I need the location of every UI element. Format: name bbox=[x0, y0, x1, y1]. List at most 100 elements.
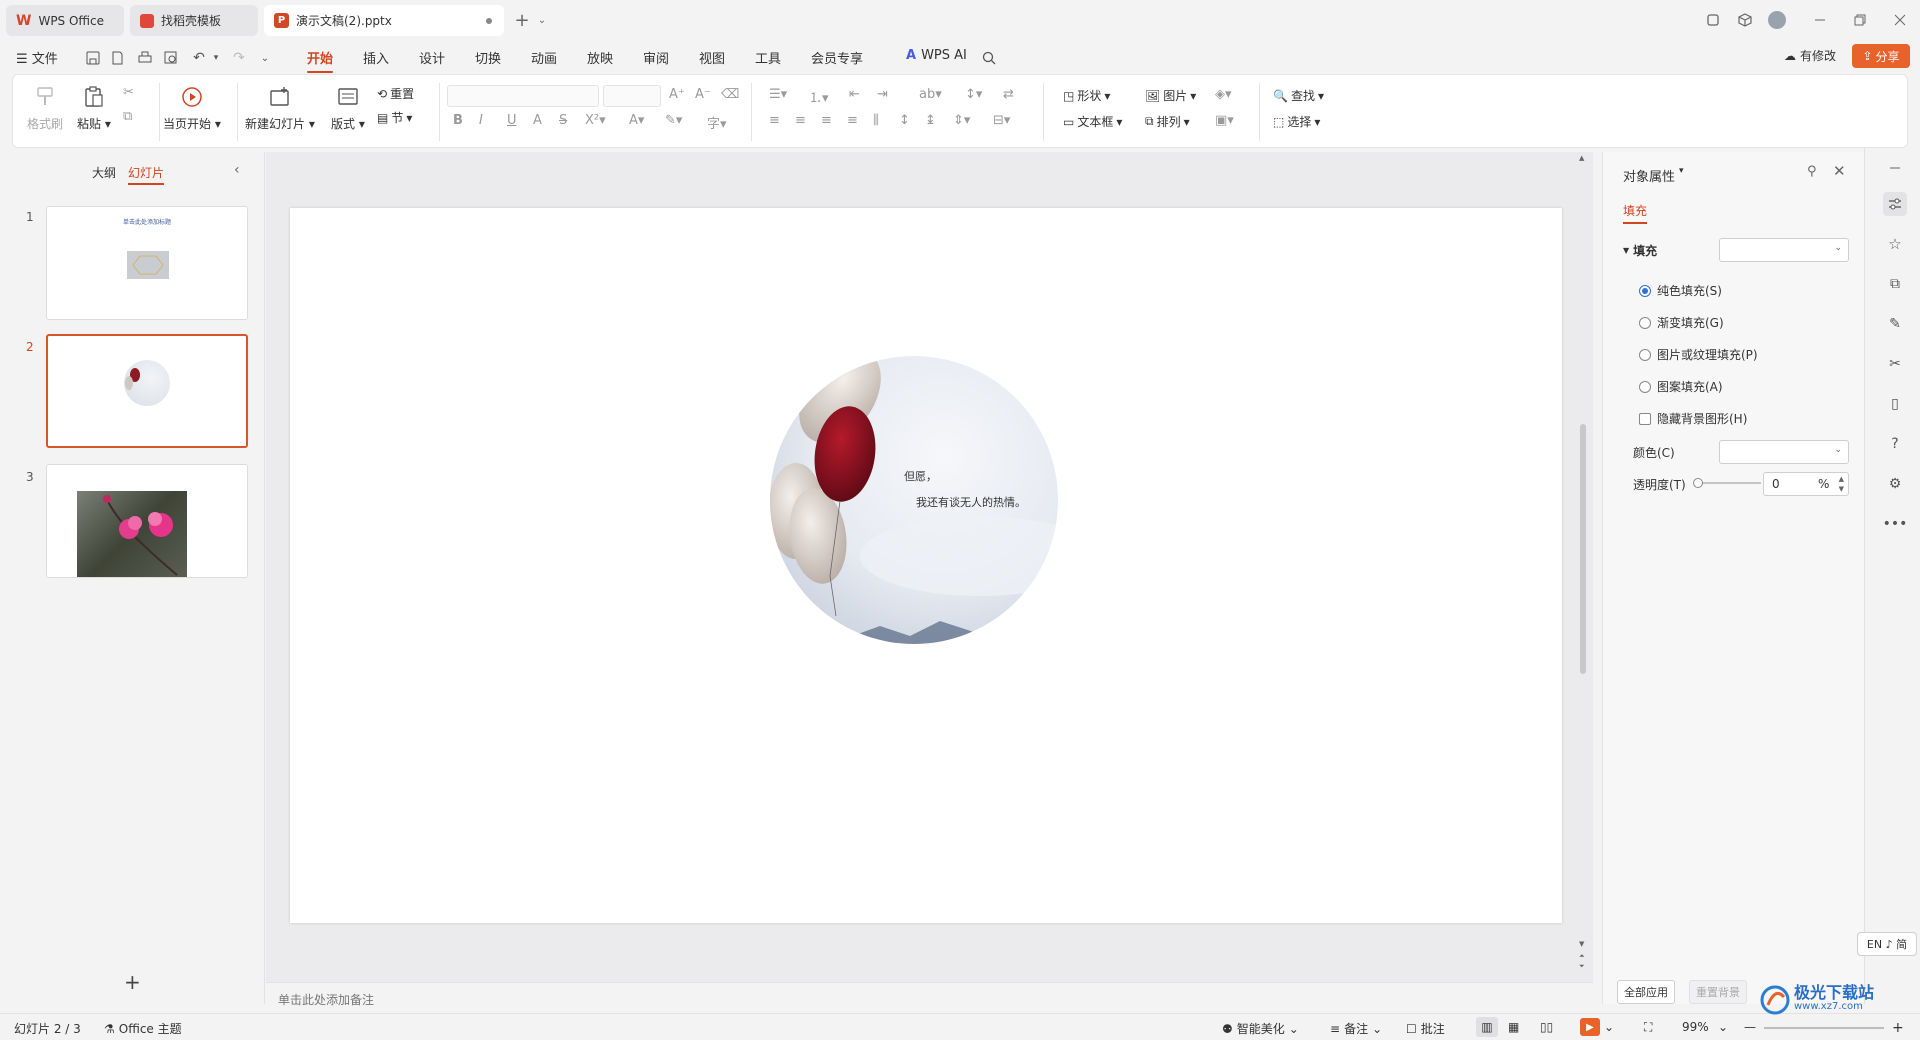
minimize-icon[interactable] bbox=[1810, 10, 1830, 30]
tab-wps-office[interactable]: W WPS Office bbox=[6, 5, 124, 36]
search-icon[interactable] bbox=[980, 49, 998, 67]
numbering-icon[interactable]: ⒈▾ bbox=[809, 87, 829, 106]
increase-font-icon[interactable]: A⁺ bbox=[669, 87, 685, 102]
slider-handle[interactable] bbox=[1693, 478, 1703, 488]
circle-cropped-photo[interactable]: 但愿， 我还有谈无人的热情。 bbox=[770, 356, 1058, 644]
transparency-input[interactable]: 0 % ▲ ▼ bbox=[1763, 472, 1849, 496]
apply-all-button[interactable]: 全部应用 bbox=[1617, 980, 1675, 1004]
undo-dropdown-icon[interactable]: ▾ bbox=[207, 49, 225, 67]
menu-tab-animation[interactable]: 动画 bbox=[531, 48, 557, 67]
tools-icon[interactable]: ✂ bbox=[1883, 352, 1907, 376]
slideshow-dropdown-icon[interactable]: ⌄ bbox=[1604, 1020, 1614, 1034]
reset-button[interactable]: ⟲ 重置 bbox=[377, 85, 414, 102]
outline-icon[interactable]: ▣▾ bbox=[1215, 113, 1234, 128]
close-window-icon[interactable] bbox=[1890, 10, 1910, 30]
notes-toggle-button[interactable]: ≡ 备注 ⌄ bbox=[1330, 1020, 1382, 1037]
scroll-up-icon[interactable]: ▲ bbox=[1579, 154, 1584, 162]
decrease-font-icon[interactable]: A⁻ bbox=[695, 87, 711, 102]
export-pdf-icon[interactable] bbox=[108, 49, 126, 67]
font-color-icon[interactable]: A▾ bbox=[629, 113, 644, 128]
has-changes-button[interactable]: ☁ 有修改 bbox=[1784, 47, 1836, 64]
menu-tab-member[interactable]: 会员专享 bbox=[811, 48, 863, 67]
fit-window-icon[interactable]: ⛶ bbox=[1644, 1020, 1652, 1035]
copy-shapes-icon[interactable]: ⧉ bbox=[1883, 272, 1907, 296]
clear-format-icon[interactable]: ⌫ bbox=[721, 87, 739, 102]
distribute-icon[interactable]: ⫼ bbox=[873, 113, 879, 128]
restore-icon[interactable] bbox=[1850, 10, 1870, 30]
menu-tab-review[interactable]: 审阅 bbox=[643, 48, 669, 67]
collapse-strip-icon[interactable] bbox=[1883, 156, 1907, 180]
justify-icon[interactable]: ≡ bbox=[847, 113, 858, 128]
font-family-select[interactable] bbox=[447, 85, 599, 107]
fill-type-dropdown[interactable]: ⌄ bbox=[1719, 238, 1849, 262]
slide-thumbnail-1[interactable]: 单击此处添加标题 bbox=[46, 206, 248, 320]
print-icon[interactable] bbox=[136, 49, 154, 67]
vertical-scrollbar[interactable]: ▲ ▼ ⏶ ⏷ bbox=[1579, 154, 1587, 972]
radio-pattern-fill[interactable]: 图案填充(A) bbox=[1639, 378, 1723, 395]
collapse-pane-icon[interactable]: ‹ bbox=[234, 162, 240, 178]
tab-list-chevron-icon[interactable]: ⌄ bbox=[532, 10, 552, 30]
cube-icon[interactable] bbox=[1735, 10, 1755, 30]
find-button[interactable]: 🔍 查找 ▾ bbox=[1273, 87, 1324, 104]
settings-icon[interactable]: ⚙ bbox=[1883, 472, 1907, 496]
italic-icon[interactable]: I bbox=[479, 113, 483, 128]
redo-icon[interactable]: ↷ bbox=[230, 49, 248, 67]
smart-beautify-button[interactable]: ⚉ 智能美化 ⌄ bbox=[1222, 1020, 1299, 1037]
close-panel-icon[interactable]: ✕ bbox=[1833, 162, 1846, 180]
menu-tab-slideshow[interactable]: 放映 bbox=[587, 48, 613, 67]
para-spacing-icon[interactable]: ↨ bbox=[925, 113, 936, 128]
comments-button[interactable]: ☐ 批注 bbox=[1406, 1020, 1445, 1037]
menu-tab-tools[interactable]: 工具 bbox=[755, 48, 781, 67]
align-right-icon[interactable]: ≡ bbox=[821, 113, 832, 128]
reading-view-icon[interactable]: ▯▯ bbox=[1540, 1020, 1553, 1034]
notes-pane[interactable]: 单击此处添加备注 bbox=[266, 982, 1593, 1013]
spinner-icon[interactable]: ▲ ▼ bbox=[1839, 474, 1844, 494]
fill-section-header[interactable]: ▼ 填充 bbox=[1623, 242, 1657, 259]
text-shadow-icon[interactable]: A bbox=[533, 113, 542, 128]
picture-button[interactable]: 🖼 图片 ▾ bbox=[1145, 87, 1196, 104]
format-painter-button[interactable]: 格式刷 bbox=[27, 85, 63, 132]
slide-thumbnail-2[interactable] bbox=[46, 334, 248, 448]
slide-sorter-icon[interactable]: ▦ bbox=[1508, 1020, 1519, 1034]
paste-button[interactable]: 粘贴 ▾ bbox=[77, 85, 111, 132]
sort-icon[interactable]: ↕▾ bbox=[965, 87, 982, 102]
panel-title[interactable]: 对象属性 ▾ bbox=[1623, 166, 1684, 185]
radio-picture-fill[interactable]: 图片或纹理填充(P) bbox=[1639, 346, 1758, 363]
convert-icon[interactable]: ⇄ bbox=[1003, 87, 1014, 102]
more-icon[interactable]: ••• bbox=[1883, 512, 1908, 536]
pin-icon[interactable]: ⚲ bbox=[1807, 164, 1817, 179]
zoom-level[interactable]: 99% bbox=[1682, 1020, 1709, 1034]
slide-text-line-1[interactable]: 但愿， bbox=[904, 468, 937, 484]
new-slide-button[interactable]: 新建幻灯片 ▾ bbox=[245, 85, 315, 132]
textbox-button[interactable]: ▭ 文本框 ▾ bbox=[1063, 113, 1122, 130]
text-align-icon[interactable]: ⊟▾ bbox=[993, 113, 1010, 128]
add-slide-icon[interactable]: + bbox=[124, 970, 141, 994]
unsaved-dot-icon[interactable] bbox=[486, 17, 492, 24]
char-spacing-icon[interactable]: 字▾ bbox=[707, 113, 727, 132]
radio-gradient-fill[interactable]: 渐变填充(G) bbox=[1639, 314, 1724, 331]
zoom-out-icon[interactable]: ⌄ bbox=[1718, 1020, 1728, 1034]
select-button[interactable]: ⬚ 选择 ▾ bbox=[1273, 113, 1320, 130]
new-tab-icon[interactable]: + bbox=[512, 10, 532, 31]
hide-bg-graphics-checkbox[interactable]: 隐藏背景图形(H) bbox=[1639, 410, 1747, 427]
file-menu[interactable]: ☰ 文件 bbox=[16, 48, 58, 67]
font-size-select[interactable] bbox=[603, 85, 661, 107]
theme-indicator[interactable]: ⚗ Office 主题 bbox=[104, 1020, 182, 1037]
layout-button[interactable]: 版式 ▾ bbox=[331, 85, 365, 132]
properties-icon[interactable] bbox=[1883, 192, 1907, 216]
help-icon[interactable]: ? bbox=[1883, 432, 1907, 456]
scroll-down-icon[interactable]: ▼ bbox=[1579, 940, 1584, 948]
align-left-icon[interactable]: ≡ bbox=[769, 113, 780, 128]
prev-slide-icon[interactable]: ⏶ bbox=[1579, 952, 1585, 961]
increase-indent-icon[interactable]: ⇥ bbox=[877, 87, 888, 102]
slide-thumbnail-3[interactable] bbox=[46, 464, 248, 578]
share-button[interactable]: ⇪ 分享 bbox=[1852, 44, 1910, 68]
wps-ai-button[interactable]: A WPS AI bbox=[906, 48, 967, 63]
ime-indicator[interactable]: EN ♪ 简 bbox=[1857, 932, 1917, 956]
align-center-icon[interactable]: ≡ bbox=[795, 113, 806, 128]
line-spacing-icon[interactable]: ↕ bbox=[899, 113, 910, 128]
user-avatar[interactable] bbox=[1767, 10, 1787, 30]
tab-fill[interactable]: 填充 bbox=[1623, 202, 1648, 224]
zoom-slider[interactable] bbox=[1764, 1027, 1884, 1029]
arrange-button[interactable]: ⧉ 排列 ▾ bbox=[1145, 113, 1190, 130]
